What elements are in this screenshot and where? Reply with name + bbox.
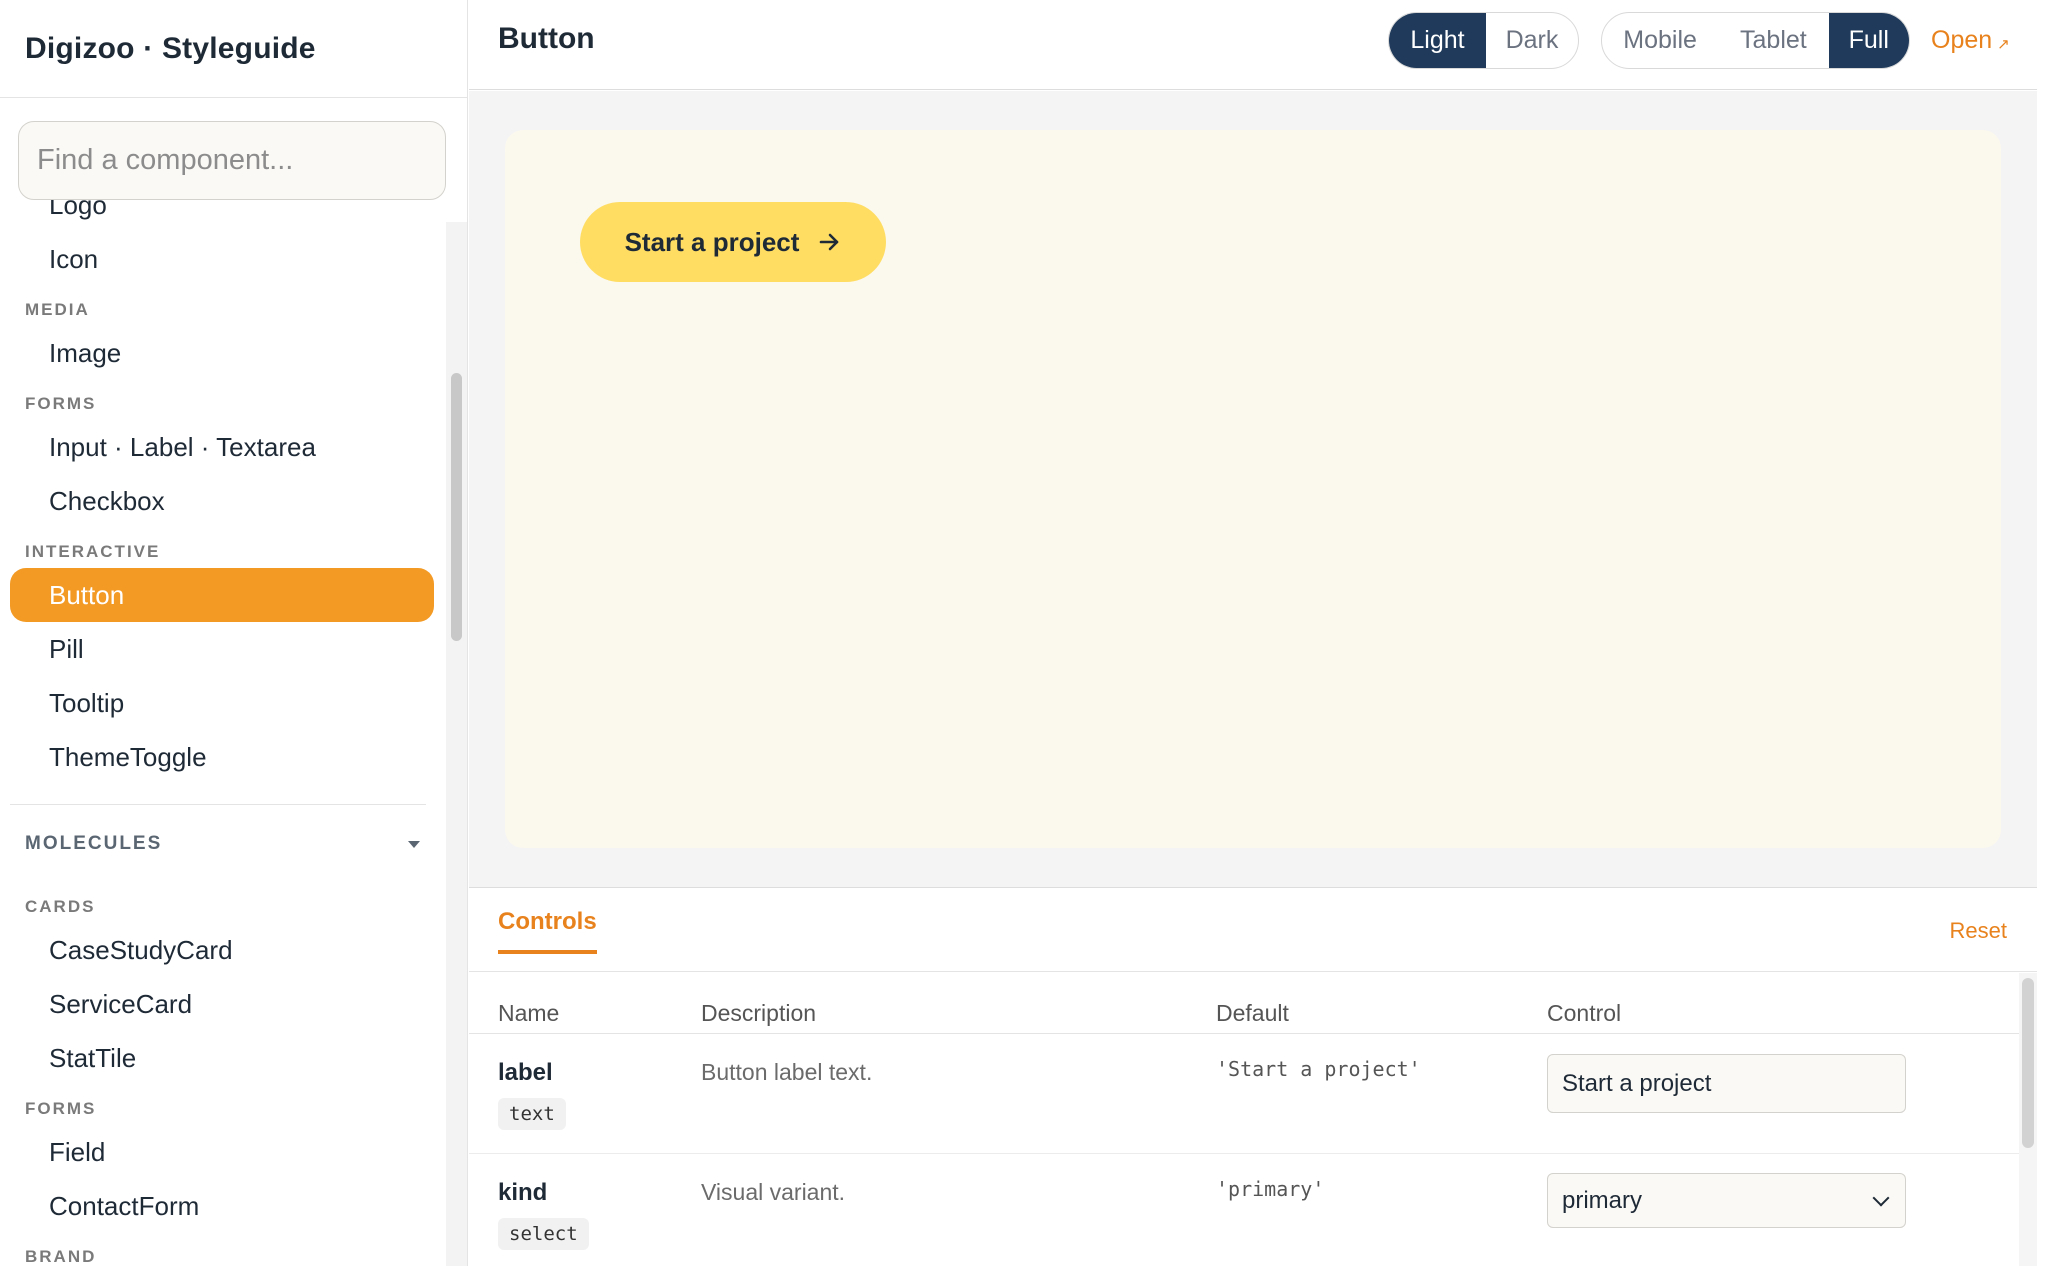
open-link[interactable]: Open ↗ [1931,26,2010,55]
prop-name: kind [498,1179,548,1206]
viewport-full-button[interactable]: Full [1828,13,1909,68]
caret-down-icon [408,840,420,848]
column-header-control: Control [1547,1000,1622,1026]
topbar: Button Light Dark Mobile Tablet Full Ope… [469,0,2037,90]
nav-section-forms-molecules: FORMS [25,1099,97,1118]
column-header-default: Default [1216,1000,1289,1026]
nav-item-stattile[interactable]: StatTile [10,1031,434,1085]
viewport-mobile-button[interactable]: Mobile [1602,13,1718,68]
nav-item-logo[interactable]: Logo [10,200,434,232]
brand-title: Digizoo · Styleguide [0,0,467,98]
column-header-name: Name [498,1000,560,1026]
reset-button[interactable]: Reset [1950,918,2007,944]
nav-section-media: MEDIA [25,300,90,319]
controls-scrollbar-thumb[interactable] [2022,978,2034,1148]
nav-item-casestudycard[interactable]: CaseStudyCard [10,923,434,977]
nav-item-pill[interactable]: Pill [10,622,434,676]
component-search-input[interactable] [18,121,446,200]
page-title: Button [498,22,595,55]
window-edge [2037,0,2048,1266]
nav-item-button[interactable]: Button [10,568,434,622]
table-row: kind select Visual variant. 'primary' pr… [469,1155,2019,1266]
viewport-switcher: Mobile Tablet Full [1601,12,1910,69]
prop-type-badge: select [498,1218,589,1250]
prop-description: Visual variant. [701,1179,846,1205]
nav-item-image[interactable]: Image [10,326,434,380]
nav-item-field[interactable]: Field [10,1125,434,1179]
theme-switcher: Light Dark [1388,12,1579,69]
theme-dark-button[interactable]: Dark [1486,13,1578,68]
start-project-button[interactable]: Start a project [580,202,886,282]
controls-panel: Controls Reset Name Description Default … [469,887,2037,1266]
nav-item-servicecard[interactable]: ServiceCard [10,977,434,1031]
nav-group-molecules[interactable]: MOLECULES [0,805,446,883]
viewport-tablet-button[interactable]: Tablet [1718,13,1828,68]
arrow-right-icon [820,233,839,251]
start-project-button-label: Start a project [624,226,800,257]
kind-select-value: primary [1562,1186,1643,1214]
column-header-description: Description [701,1000,817,1026]
nav-section-brand: BRAND [25,1247,97,1266]
nav-item-checkbox[interactable]: Checkbox [10,474,434,528]
prop-default: 'primary' [1216,1177,1325,1201]
nav-item-icon[interactable]: Icon [10,232,434,286]
nav-section-interactive: INTERACTIVE [25,542,161,561]
sidebar: Digizoo · Styleguide Logo Icon MEDIA Ima… [0,0,468,1266]
sidebar-scrollbar-thumb[interactable] [451,373,462,641]
prop-description: Button label text. [701,1059,873,1085]
preview-area: Start a project [469,91,2037,887]
prop-type-badge: text [498,1098,566,1130]
nav-item-themetoggle[interactable]: ThemeToggle [10,730,434,784]
prop-default: 'Start a project' [1216,1057,1421,1081]
prop-name: label [498,1059,553,1086]
nav-group-molecules-label: MOLECULES [25,833,163,854]
nav-item-input-label-textarea[interactable]: Input · Label · Textarea [10,420,434,474]
search-wrapper [0,98,467,200]
tab-controls[interactable]: Controls [498,908,597,954]
preview-canvas: Start a project [505,130,2001,848]
theme-light-button[interactable]: Light [1389,13,1486,68]
nav-item-tooltip[interactable]: Tooltip [10,676,434,730]
external-link-icon: ↗ [1997,36,2010,53]
controls-tabs: Controls Reset [469,888,2037,972]
open-link-label: Open [1931,26,1993,54]
chevron-down-icon [1872,1189,1890,1206]
nav-section-forms: FORMS [25,394,97,413]
component-nav: Logo Icon MEDIA Image FORMS Input · Labe… [0,200,446,1266]
controls-table-header: Name Description Default Control [469,973,2019,1034]
table-row: label text Button label text. 'Start a p… [469,1035,2019,1154]
kind-control-select[interactable]: primary [1547,1173,1906,1228]
label-control-input[interactable] [1547,1054,1906,1113]
nav-section-cards: CARDS [25,897,96,916]
nav-item-contactform[interactable]: ContactForm [10,1179,434,1233]
